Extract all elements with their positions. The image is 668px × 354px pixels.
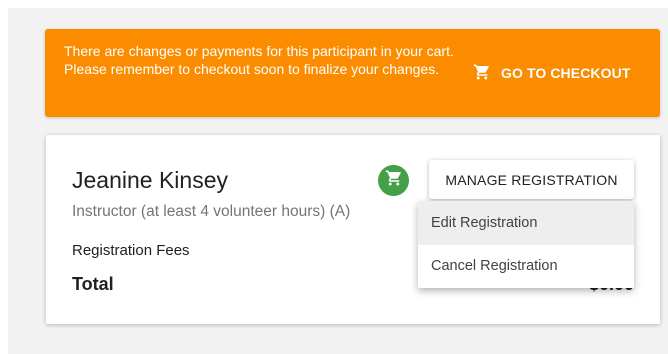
go-to-checkout-button[interactable]: GO TO CHECKOUT [465, 57, 645, 89]
total-label: Total [72, 274, 114, 294]
cart-status-badge [378, 165, 409, 196]
go-to-checkout-label: GO TO CHECKOUT [501, 65, 631, 81]
manage-registration-menu: Edit Registration Cancel Registration [418, 201, 634, 288]
cart-icon [385, 169, 403, 192]
menu-item-cancel-registration[interactable]: Cancel Registration [418, 245, 634, 289]
participant-role: Instructor (at least 4 volunteer hours) … [72, 203, 351, 220]
cart-notice-banner: There are changes or payments for this p… [45, 29, 660, 117]
menu-item-edit-registration[interactable]: Edit Registration [418, 201, 634, 245]
participant-name: Jeanine Kinsey [72, 167, 228, 193]
registration-fees-label: Registration Fees [72, 242, 190, 259]
manage-registration-button[interactable]: MANAGE REGISTRATION [429, 160, 634, 199]
cart-icon [473, 63, 491, 84]
cart-notice-message: There are changes or payments for this p… [64, 43, 454, 77]
